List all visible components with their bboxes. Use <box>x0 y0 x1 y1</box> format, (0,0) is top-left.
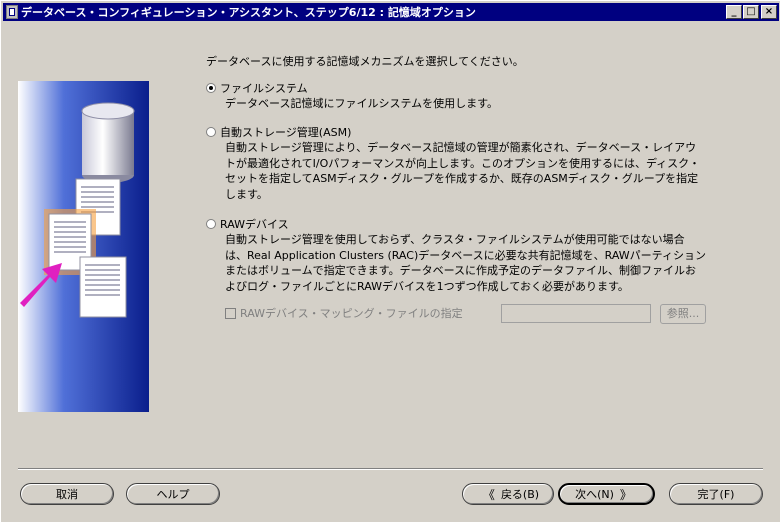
radio-asm[interactable] <box>206 127 216 137</box>
desc-line: 自動ストレージ管理により、データベース記憶域の管理が簡素化され、データベース・レ… <box>225 141 697 154</box>
footer-separator <box>18 468 763 470</box>
minimize-button[interactable]: _ <box>726 5 742 19</box>
next-button[interactable]: 次へ(N) 》 <box>558 483 655 505</box>
close-button[interactable]: × <box>761 5 777 19</box>
window-title: データベース・コンフィギュレーション・アシスタント、ステップ6/12 : 記憶域… <box>21 6 476 19</box>
option-file-system[interactable]: ファイルシステム <box>206 80 308 96</box>
radio-raw-device[interactable] <box>206 219 216 229</box>
desc-line: は、Real Application Clusters (RAC)データベースに… <box>225 248 707 262</box>
option-asm-description: 自動ストレージ管理により、データベース記憶域の管理が簡素化され、データベース・レ… <box>225 140 765 202</box>
storage-prompt: データベースに使用する記憶域メカニズムを選択してください。 <box>206 55 524 68</box>
document-icon-front <box>79 256 127 318</box>
raw-mapping-file-field[interactable] <box>501 304 651 323</box>
raw-mapping-row[interactable]: RAWデバイス・マッピング・ファイルの指定 <box>225 305 463 321</box>
cancel-label: 取消 <box>56 488 78 501</box>
database-icon <box>81 102 135 183</box>
back-label: 戻る(B) <box>500 488 540 501</box>
help-label: ヘルプ <box>156 488 190 501</box>
raw-mapping-label: RAWデバイス・マッピング・ファイルの指定 <box>240 307 463 320</box>
finish-label: 完了(F) <box>697 488 735 501</box>
option-file-system-label: ファイルシステム <box>220 82 308 95</box>
browse-button[interactable]: 参照... <box>660 304 706 324</box>
option-file-system-description: データベース記憶域にファイルシステムを使用します。 <box>225 97 499 110</box>
raw-mapping-checkbox[interactable] <box>225 307 236 319</box>
option-raw-device-description: 自動ストレージ管理を使用しておらず、クラスタ・ファイルシステムが使用可能ではない… <box>225 232 765 294</box>
desc-line: よびログ・ファイルごとにRAWデバイスを1つずつ作成しておく必要があります。 <box>225 279 629 293</box>
title-bar[interactable]: データベース・コンフィギュレーション・アシスタント、ステップ6/12 : 記憶域… <box>3 3 779 21</box>
maximize-button[interactable]: □ <box>743 5 759 19</box>
app-icon <box>6 5 18 19</box>
back-button[interactable]: 《 戻る(B) <box>462 483 554 505</box>
next-label: 次へ(N) <box>575 488 614 501</box>
help-button[interactable]: ヘルプ <box>126 483 220 505</box>
desc-line: します。 <box>225 187 268 201</box>
back-arrow-icon: 《 <box>482 487 495 502</box>
desc-line: 自動ストレージ管理を使用しておらず、クラスタ・ファイルシステムが使用可能ではない… <box>225 233 685 246</box>
option-asm-label: 自動ストレージ管理(ASM) <box>220 126 352 139</box>
wizard-illustration <box>18 81 149 412</box>
next-arrow-icon: 》 <box>619 487 632 502</box>
desc-line: セットを指定してASMディスク・グループを作成するか、既存のASMディスク・グル… <box>225 172 699 185</box>
option-raw-device[interactable]: RAWデバイス <box>206 216 289 232</box>
dbca-window: データベース・コンフィギュレーション・アシスタント、ステップ6/12 : 記憶域… <box>0 0 780 522</box>
option-raw-device-label: RAWデバイス <box>220 218 289 231</box>
radio-file-system[interactable] <box>206 83 216 93</box>
desc-line: またはボリュームで指定できます。データベースに作成予定のデータファイル、制御ファ… <box>225 264 697 277</box>
cancel-button[interactable]: 取消 <box>20 483 114 505</box>
option-asm[interactable]: 自動ストレージ管理(ASM) <box>206 124 351 140</box>
desc-line: トが最適化されてI/Oパフォーマンスが向上します。このオプションを使用するには、… <box>225 156 700 170</box>
finish-button[interactable]: 完了(F) <box>669 483 763 505</box>
